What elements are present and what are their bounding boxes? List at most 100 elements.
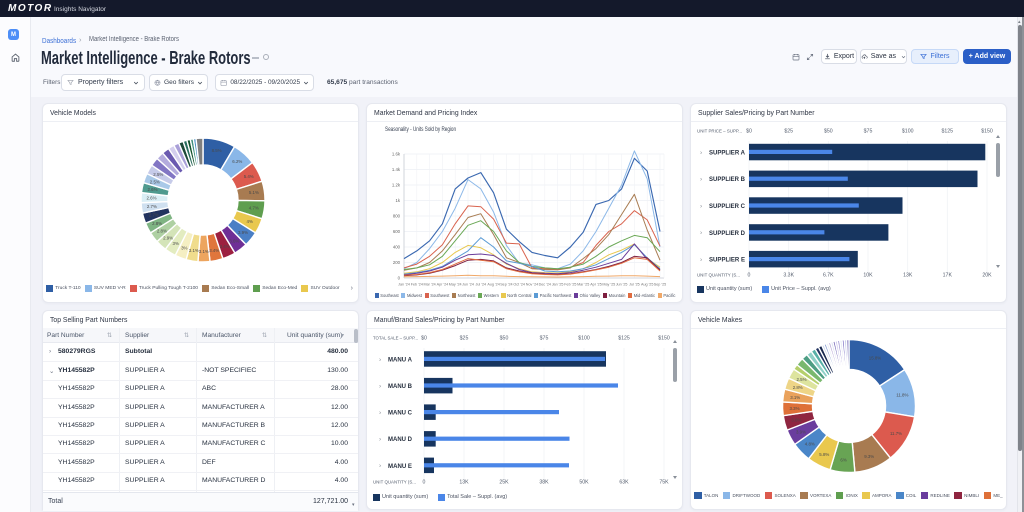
svg-text:UNIT PRICE – SUPP...: UNIT PRICE – SUPP... — [697, 129, 742, 134]
svg-text:15.8%: 15.8% — [869, 356, 882, 361]
svg-text:$50: $50 — [824, 129, 833, 135]
svg-text:$50: $50 — [500, 336, 509, 342]
svg-text:SUPPLIER B: SUPPLIER B — [709, 176, 745, 183]
svg-text:Nov '24: Nov '24 — [526, 283, 538, 287]
svg-text:4%: 4% — [247, 219, 253, 224]
svg-text:4.8%: 4.8% — [805, 441, 815, 446]
svg-text:SUPPLIER C: SUPPLIER C — [709, 203, 745, 210]
svg-text:5.4%: 5.4% — [244, 174, 254, 179]
svg-text:2.7%: 2.7% — [149, 213, 159, 218]
svg-text:$125: $125 — [618, 336, 630, 342]
svg-text:TOTAL SALE – SUPP...: TOTAL SALE – SUPP... — [373, 336, 418, 341]
svg-text:3.1%: 3.1% — [189, 248, 199, 253]
svg-text:$100: $100 — [578, 336, 590, 342]
svg-text:5.1%: 5.1% — [249, 190, 259, 195]
svg-text:$75: $75 — [864, 129, 873, 135]
svg-text:Jun '24: Jun '24 — [462, 283, 474, 287]
svg-text:MANU D: MANU D — [388, 436, 412, 443]
svg-text:May '25: May '25 — [602, 283, 615, 287]
svg-text:›: › — [700, 149, 702, 156]
svg-text:25K: 25K — [499, 480, 509, 486]
svg-text:3.9%: 3.9% — [238, 230, 248, 235]
svg-text:3.6%: 3.6% — [229, 238, 239, 243]
svg-text:Sep '24: Sep '24 — [500, 283, 512, 287]
svg-text:$25: $25 — [460, 336, 469, 342]
svg-text:3.1%: 3.1% — [199, 249, 209, 254]
svg-text:1.2k: 1.2k — [392, 183, 401, 188]
svg-text:$25: $25 — [784, 129, 793, 135]
svg-text:Feb '25: Feb '25 — [564, 283, 576, 287]
svg-text:75K: 75K — [659, 480, 669, 486]
svg-text:Jul '24: Jul '24 — [476, 283, 487, 287]
svg-text:Mar '24: Mar '24 — [424, 283, 436, 287]
svg-text:SUPPLIER A: SUPPLIER A — [709, 149, 745, 156]
svg-text:$75: $75 — [540, 336, 549, 342]
svg-text:UNIT QUANTITY (S...: UNIT QUANTITY (S... — [697, 273, 740, 278]
svg-text:3.3%: 3.3% — [789, 406, 799, 411]
svg-text:›: › — [700, 257, 702, 264]
svg-text:$125: $125 — [942, 129, 954, 135]
svg-text:1.4k: 1.4k — [392, 167, 401, 172]
svg-text:Jul '25: Jul '25 — [629, 283, 640, 287]
svg-text:2.8%: 2.8% — [157, 229, 167, 234]
svg-text:6.2%: 6.2% — [232, 159, 242, 164]
svg-text:MANU B: MANU B — [388, 383, 412, 390]
svg-text:Oct '24: Oct '24 — [513, 283, 525, 287]
svg-text:MANU E: MANU E — [388, 463, 412, 470]
svg-text:200: 200 — [393, 260, 401, 265]
svg-text:3.4%: 3.4% — [220, 244, 230, 249]
svg-text:MANU A: MANU A — [388, 356, 412, 363]
svg-text:600: 600 — [393, 229, 401, 234]
svg-text:›: › — [379, 436, 381, 443]
svg-text:May '24: May '24 — [449, 283, 462, 287]
svg-text:4.7%: 4.7% — [249, 206, 259, 211]
svg-text:Apr '24: Apr '24 — [437, 283, 449, 287]
svg-text:20K: 20K — [982, 273, 992, 279]
svg-text:2.8%: 2.8% — [793, 385, 803, 390]
svg-text:Aug '25: Aug '25 — [641, 283, 653, 287]
svg-text:400: 400 — [393, 245, 401, 250]
svg-text:63K: 63K — [619, 480, 629, 486]
svg-text:13K: 13K — [903, 273, 913, 279]
svg-text:0: 0 — [748, 273, 751, 279]
svg-text:›: › — [379, 463, 381, 470]
svg-text:11.7%: 11.7% — [890, 431, 902, 436]
svg-text:›: › — [379, 410, 381, 417]
svg-text:›: › — [700, 203, 702, 210]
svg-text:›: › — [700, 176, 702, 183]
svg-text:13K: 13K — [459, 480, 469, 486]
svg-text:6.7K: 6.7K — [823, 273, 834, 279]
svg-text:Sep '25: Sep '25 — [654, 283, 666, 287]
svg-text:38K: 38K — [539, 480, 549, 486]
svg-text:2.6%: 2.6% — [147, 187, 157, 192]
svg-text:1k: 1k — [395, 198, 400, 203]
svg-text:3.1%: 3.1% — [790, 395, 800, 400]
svg-text:2.5%: 2.5% — [796, 377, 806, 382]
svg-text:3%: 3% — [173, 241, 179, 246]
svg-text:2.5%: 2.5% — [150, 179, 160, 184]
svg-text:Dec '24: Dec '24 — [539, 283, 551, 287]
svg-text:2.9%: 2.9% — [163, 235, 173, 240]
svg-text:3%: 3% — [181, 246, 187, 251]
svg-text:11.8%: 11.8% — [896, 392, 908, 397]
svg-text:Jun '25: Jun '25 — [616, 283, 628, 287]
svg-text:Mar '25: Mar '25 — [577, 283, 589, 287]
svg-text:Aug '24: Aug '24 — [487, 283, 499, 287]
svg-text:5.8%: 5.8% — [819, 452, 829, 457]
svg-text:›: › — [379, 383, 381, 390]
svg-text:3.3K: 3.3K — [783, 273, 794, 279]
svg-text:$150: $150 — [981, 129, 993, 135]
svg-text:8.5%: 8.5% — [212, 148, 222, 153]
svg-text:$0: $0 — [746, 129, 752, 135]
svg-text:3.9%: 3.9% — [796, 429, 806, 434]
svg-text:0: 0 — [398, 276, 401, 281]
svg-text:10K: 10K — [863, 273, 873, 279]
svg-text:$150: $150 — [658, 336, 670, 342]
svg-text:UNIT QUANTITY (S...: UNIT QUANTITY (S... — [373, 480, 416, 485]
svg-text:3.4%: 3.4% — [209, 248, 219, 253]
svg-text:9.3%: 9.3% — [864, 454, 874, 459]
svg-text:MANU C: MANU C — [388, 410, 412, 417]
svg-text:2.5%: 2.5% — [153, 172, 163, 177]
svg-text:$100: $100 — [902, 129, 914, 135]
svg-text:$0: $0 — [421, 336, 427, 342]
